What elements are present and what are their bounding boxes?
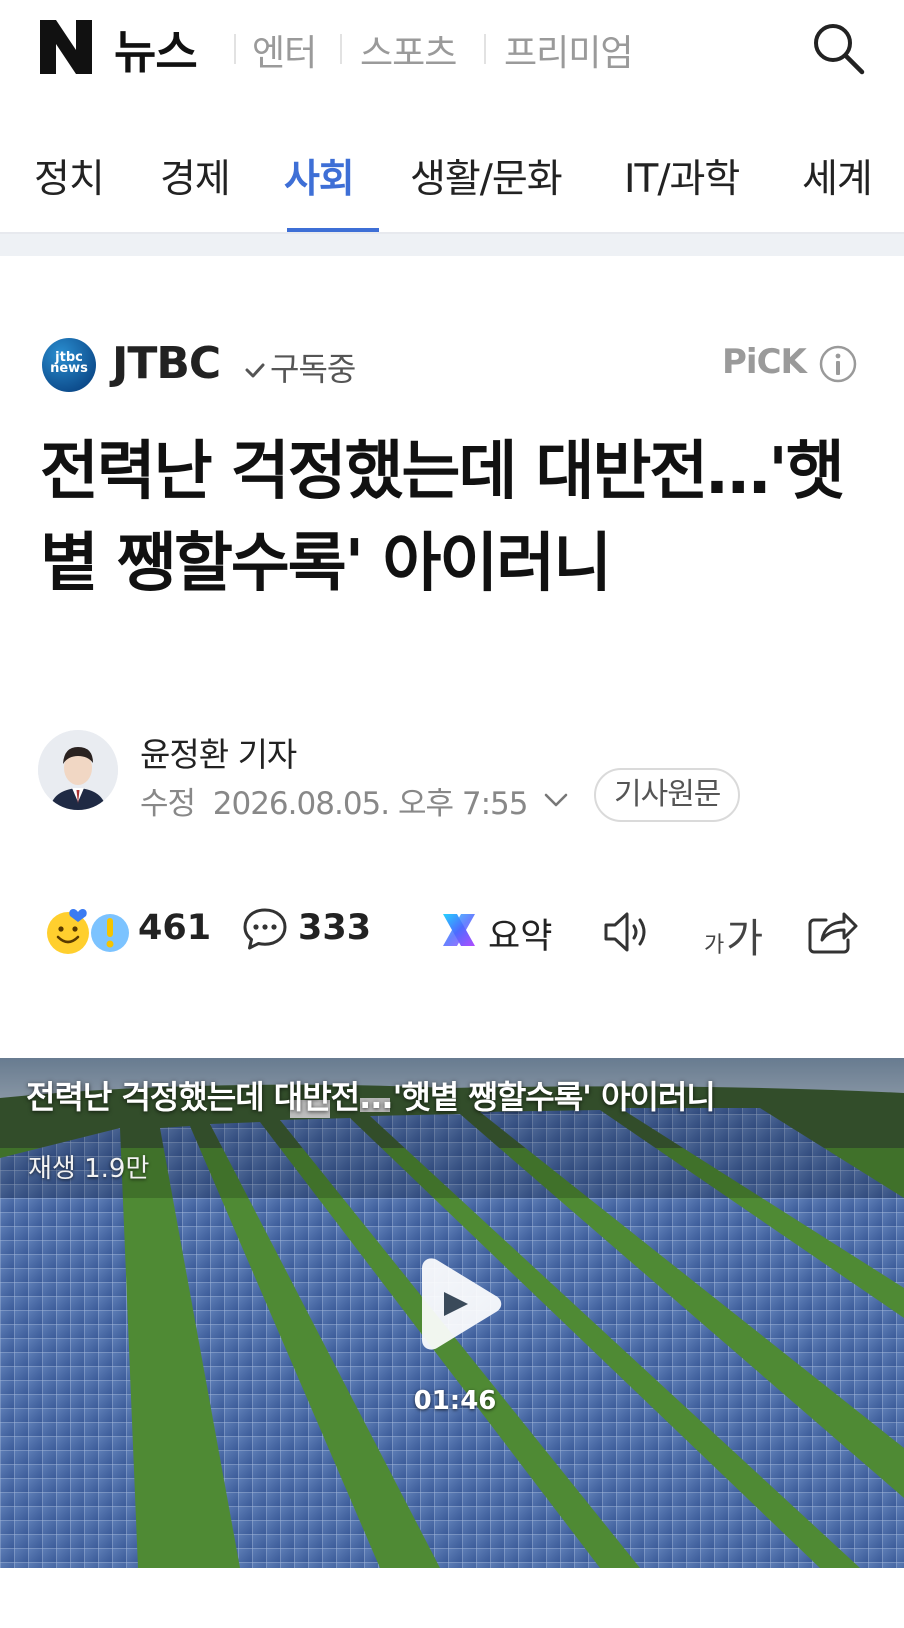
video-play-count: 재생 1.9만 xyxy=(28,1154,150,1184)
topnav-premium[interactable]: 프리미엄 xyxy=(504,24,633,76)
divider xyxy=(340,34,342,64)
topnav-sports[interactable]: 스포츠 xyxy=(360,24,457,76)
font-small-glyph: 가 xyxy=(704,933,725,958)
category-tabs: 정치 경제 사회 생활/문화 IT/과학 세계 xyxy=(0,130,904,234)
reaction-emoji-icon[interactable] xyxy=(44,906,130,956)
play-icon[interactable] xyxy=(404,1252,508,1356)
press-logo[interactable]: jtbc news xyxy=(42,338,96,392)
video-player[interactable]: 전력난 걱정했는데 대반전...'햇볕 쨍할수록' 아이러니 재생 1.9만 0… xyxy=(0,1058,904,1568)
chevron-down-icon[interactable] xyxy=(540,784,572,816)
tab-world[interactable]: 세계 xyxy=(802,148,873,204)
article-headline: 전력난 걱정했는데 대반전…'햇볕 쨍할수록' 아이러니 xyxy=(40,435,845,601)
news-brand[interactable]: 뉴스 xyxy=(114,16,198,82)
article-page: 뉴스 엔터 스포츠 프리미엄 정치 경제 사회 생활/문화 IT/과학 세계 j… xyxy=(0,0,904,1628)
pick-badge: PiCK xyxy=(722,342,807,382)
subscribe-label: 구독중 xyxy=(270,350,356,388)
modified-label: 수정 xyxy=(140,786,196,822)
tab-politics[interactable]: 정치 xyxy=(34,148,105,204)
font-size-icon[interactable]: 가가 xyxy=(704,906,763,964)
video-duration: 01:46 xyxy=(413,1386,497,1416)
speaker-icon[interactable] xyxy=(602,908,656,956)
reaction-count[interactable]: 461 xyxy=(138,908,211,948)
active-tab-indicator xyxy=(287,228,379,232)
press-logo-text: jtbc news xyxy=(50,350,88,376)
modified-datetime: 2026.08.05. 오후 7:55 xyxy=(212,786,529,822)
topnav-entertainment[interactable]: 엔터 xyxy=(252,24,317,76)
divider xyxy=(234,34,236,64)
summary-label[interactable]: 요약 xyxy=(488,908,552,959)
tab-life-culture[interactable]: 생활/문화 xyxy=(410,148,563,204)
tab-society[interactable]: 사회 xyxy=(284,148,355,204)
check-icon xyxy=(245,363,265,378)
subscribe-button[interactable]: 구독중 xyxy=(244,344,356,390)
reporter-name[interactable]: 윤정환 기자 xyxy=(140,728,297,776)
top-bar: 뉴스 엔터 스포츠 프리미엄 xyxy=(0,0,904,100)
press-name[interactable]: JTBC xyxy=(112,338,221,389)
info-icon[interactable] xyxy=(818,344,858,384)
ai-summary-icon[interactable] xyxy=(440,910,478,950)
tab-economy[interactable]: 경제 xyxy=(160,148,231,204)
modified-date: 수정 2026.08.05. 오후 7:55 xyxy=(140,778,529,823)
comment-icon[interactable] xyxy=(242,906,288,952)
section-divider xyxy=(0,234,904,256)
font-large-glyph: 가 xyxy=(726,916,764,962)
share-icon[interactable] xyxy=(806,906,858,956)
video-title: 전력난 걱정했는데 대반전...'햇볕 쨍할수록' 아이러니 xyxy=(26,1078,716,1116)
reporter-photo xyxy=(38,730,118,810)
tab-it-science[interactable]: IT/과학 xyxy=(624,148,740,204)
naver-logo-icon[interactable] xyxy=(38,18,94,76)
search-icon[interactable] xyxy=(810,20,866,76)
comment-count[interactable]: 333 xyxy=(298,908,371,948)
divider xyxy=(484,34,486,64)
reporter-avatar[interactable] xyxy=(38,730,118,810)
original-article-button[interactable]: 기사원문 xyxy=(594,768,741,822)
